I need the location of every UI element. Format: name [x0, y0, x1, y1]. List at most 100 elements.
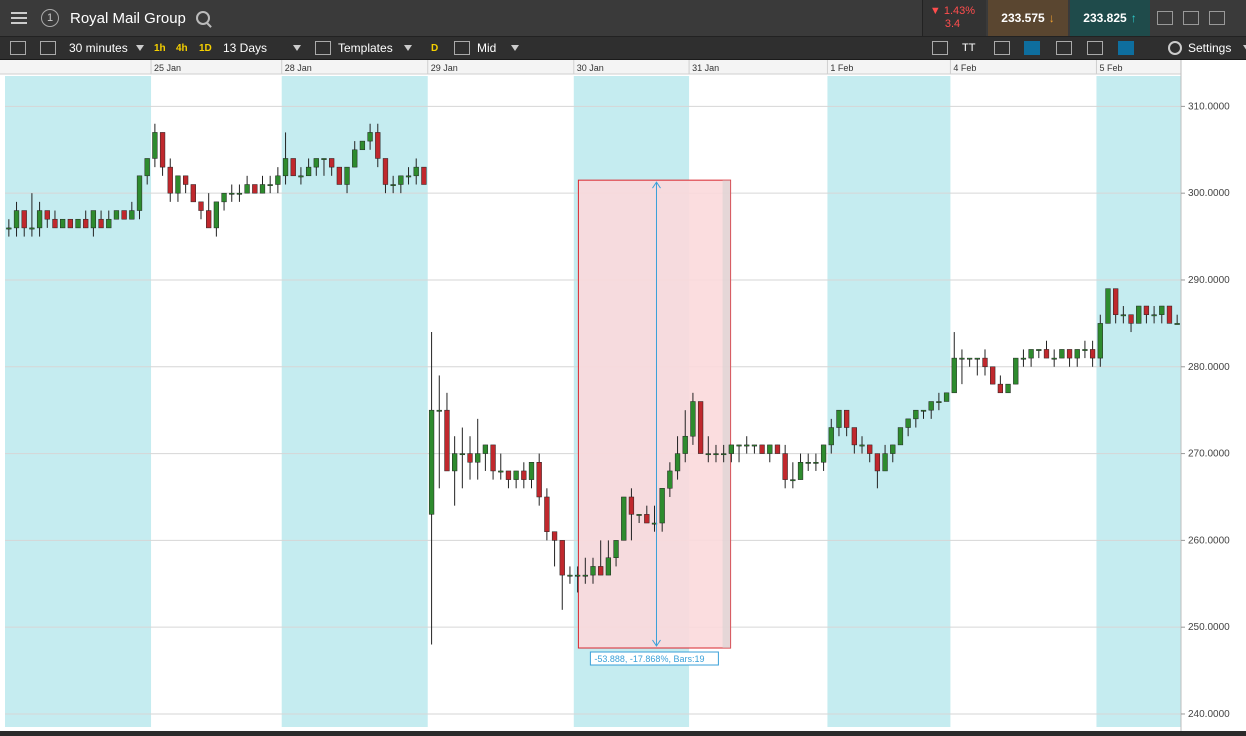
candlestick-chart[interactable]: 25 Jan 28 Jan 29 Jan 30 Jan 31 Jan 1 Feb 4 Feb… — [0, 60, 1246, 731]
candle-body — [413, 166, 419, 177]
candle-body — [198, 201, 204, 211]
candle-body — [851, 427, 857, 446]
candle-body — [959, 357, 965, 360]
candle-body — [159, 132, 166, 168]
candle-body — [828, 427, 834, 446]
session-band — [1096, 76, 1181, 727]
settings-button[interactable]: Settings — [1168, 37, 1246, 59]
candle-body — [844, 409, 850, 428]
arrow-up-icon: ↑ — [1130, 11, 1137, 25]
candle-body — [905, 418, 911, 428]
chart-area[interactable]: 25 Jan 28 Jan 29 Jan 30 Jan 31 Jan 1 Feb 4 Feb… — [0, 60, 1246, 731]
candle-body — [490, 444, 496, 472]
copy-icon[interactable] — [1056, 41, 1072, 55]
buy-button[interactable]: 233.825 ↑ — [1070, 0, 1150, 36]
candle-body — [636, 514, 642, 516]
candle-body — [1043, 349, 1050, 359]
text-tool-button[interactable]: TT — [962, 37, 975, 59]
change-percent: ▼ 1.43% — [929, 5, 976, 17]
price-type-select[interactable]: Mid — [477, 37, 519, 59]
candle-body — [298, 175, 304, 178]
range-select[interactable]: 13 Days — [223, 37, 301, 59]
quick-1h-button[interactable]: 1h — [154, 37, 166, 59]
expand-icon[interactable] — [1183, 11, 1199, 25]
candle-body — [175, 175, 181, 194]
interval-select[interactable]: 30 minutes — [69, 37, 144, 59]
candle-body — [1020, 357, 1027, 360]
candle-body — [359, 140, 366, 151]
candle-body — [29, 227, 35, 230]
tag-icon[interactable] — [1118, 41, 1134, 55]
candle-body — [928, 401, 934, 411]
candle-body — [505, 470, 512, 480]
candle-body — [152, 132, 158, 159]
candle-body — [75, 218, 81, 229]
quick-4h-button[interactable]: 4h — [176, 37, 188, 59]
candle-body — [329, 158, 335, 168]
candle-body — [436, 409, 442, 412]
templates-icon — [315, 41, 331, 55]
candle-body — [90, 210, 97, 229]
candle-body — [659, 488, 665, 524]
candle-body — [1066, 349, 1073, 359]
crosshair-grid-icon[interactable] — [1024, 41, 1040, 55]
candle-body — [590, 566, 596, 576]
candle-body — [136, 175, 143, 211]
candle-body — [913, 409, 919, 420]
candle-body — [21, 210, 27, 229]
candle-body — [713, 453, 719, 456]
candle-body — [536, 462, 542, 498]
candle-body — [275, 175, 281, 185]
candle-body — [206, 210, 212, 229]
candle-body — [628, 496, 635, 515]
list-icon[interactable] — [10, 41, 26, 55]
candle-body — [1113, 288, 1119, 315]
layout-icon[interactable] — [40, 41, 56, 55]
candle-body — [551, 531, 558, 541]
y-tick-label: 290.0000 — [1188, 275, 1230, 286]
menu-icon[interactable] — [4, 0, 34, 36]
candle-body — [344, 166, 350, 185]
candle-body — [1120, 314, 1126, 317]
instrument-title: Royal Mail Group — [70, 9, 186, 27]
candle-body — [52, 218, 58, 229]
candle-body — [229, 192, 235, 195]
candle-body — [482, 444, 489, 454]
resize-icon[interactable] — [1157, 11, 1173, 25]
popout-icon[interactable] — [1209, 11, 1225, 25]
candle-body — [836, 409, 842, 428]
candle-body — [1051, 357, 1057, 360]
candle-body — [859, 444, 865, 447]
quick-1d-button[interactable]: 1D — [199, 37, 212, 59]
candle-body — [1151, 314, 1157, 317]
candle-body — [598, 566, 604, 576]
sell-price: 233.575 — [1001, 11, 1045, 25]
candle-body — [129, 210, 135, 220]
candle-body — [790, 479, 796, 482]
measurement-box — [577, 179, 732, 649]
candle-body — [936, 401, 942, 403]
notes-icon[interactable] — [932, 41, 948, 55]
grid-icon[interactable] — [994, 41, 1010, 55]
candle-body — [544, 496, 550, 532]
templates-select[interactable]: Templates — [338, 37, 412, 59]
candle-body — [290, 158, 296, 177]
link-group-icon[interactable]: 1 — [40, 0, 60, 36]
candle-body — [144, 158, 150, 177]
measurement-label: -53.888, -17.868%, Bars:19 — [594, 654, 704, 664]
candle-body — [1136, 305, 1142, 324]
cursor-icon[interactable] — [1087, 41, 1103, 55]
x-tick-label: 29 Jan — [431, 63, 458, 73]
candle-body — [744, 444, 750, 447]
x-tick-label: 25 Jan — [154, 63, 181, 73]
candle-body — [67, 218, 73, 229]
d-button[interactable]: D — [431, 37, 438, 59]
search-icon[interactable] — [196, 0, 212, 36]
candle-body — [1013, 357, 1019, 385]
sell-button[interactable]: 233.575 ↓ — [988, 0, 1068, 36]
candle-body — [36, 210, 43, 229]
candle-body — [444, 409, 450, 472]
candle-body — [259, 184, 266, 194]
candle-body — [44, 210, 50, 220]
candle-body — [321, 158, 327, 160]
